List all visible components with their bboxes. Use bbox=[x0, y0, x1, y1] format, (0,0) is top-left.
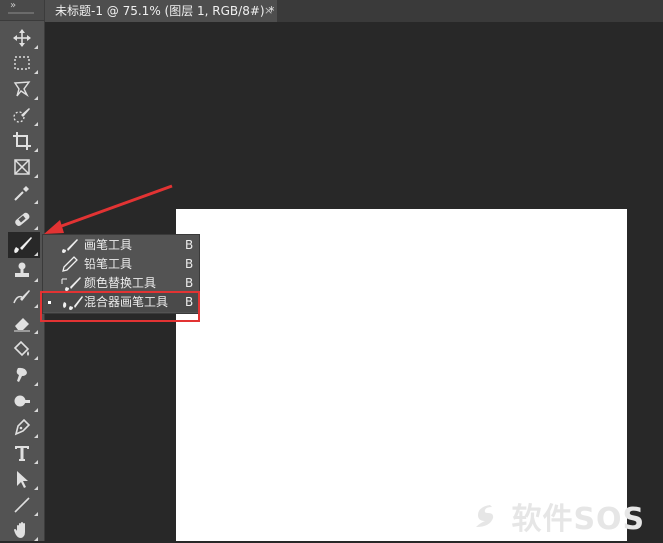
crop-icon bbox=[13, 132, 31, 150]
history-brush-tool[interactable] bbox=[8, 284, 40, 310]
flyout-item-label: 铅笔工具 bbox=[84, 257, 133, 271]
document-tab-title: 未标题-1 @ 75.1% (图层 1, RGB/8#) * bbox=[55, 4, 275, 18]
marquee-icon bbox=[14, 56, 30, 70]
color-replacement-icon bbox=[61, 277, 81, 291]
pen-icon bbox=[14, 418, 31, 436]
move-tool[interactable] bbox=[8, 25, 40, 51]
watermark-logo-icon bbox=[476, 505, 494, 527]
paint-bucket-tool[interactable] bbox=[8, 336, 40, 362]
brush-icon bbox=[14, 237, 32, 253]
tools-panel: » bbox=[0, 0, 45, 541]
clone-stamp-tool[interactable] bbox=[8, 258, 40, 284]
healing-brush-icon bbox=[15, 212, 30, 226]
smudge-icon bbox=[16, 367, 27, 382]
annotation-highlight-box bbox=[40, 291, 200, 322]
eraser-icon bbox=[14, 318, 30, 332]
crop-tool[interactable] bbox=[8, 128, 40, 154]
flyout-item-shortcut: B bbox=[185, 238, 194, 252]
healing-brush-tool[interactable] bbox=[8, 206, 40, 232]
path-selection-tool[interactable] bbox=[8, 466, 40, 492]
close-icon[interactable]: × bbox=[264, 0, 273, 22]
panel-grip[interactable]: » bbox=[0, 0, 44, 21]
flyout-item-brush[interactable]: 画笔工具 B bbox=[43, 236, 199, 255]
quick-selection-icon bbox=[13, 108, 30, 123]
eyedropper-icon bbox=[14, 186, 29, 201]
document-tab-bar: 未标题-1 @ 75.1% (图层 1, RGB/8#) * × bbox=[45, 0, 663, 22]
line-tool[interactable] bbox=[8, 492, 40, 518]
watermark-text: 软件SOS bbox=[511, 502, 646, 537]
frame-tool[interactable] bbox=[8, 154, 40, 180]
pencil-icon bbox=[62, 256, 78, 272]
type-icon bbox=[15, 446, 29, 461]
collapse-icon[interactable]: » bbox=[10, 0, 16, 12]
eyedropper-tool[interactable] bbox=[8, 180, 40, 206]
dodge-tool[interactable] bbox=[8, 388, 40, 414]
frame-icon bbox=[14, 159, 30, 175]
watermark: 软件SOS bbox=[470, 494, 645, 538]
eraser-tool[interactable] bbox=[8, 310, 40, 336]
document-canvas[interactable] bbox=[176, 209, 627, 541]
flyout-item-shortcut: B bbox=[185, 257, 194, 271]
type-tool[interactable] bbox=[8, 440, 40, 466]
grip-bar bbox=[8, 12, 34, 14]
move-icon bbox=[13, 29, 31, 47]
history-brush-icon bbox=[13, 290, 30, 304]
smudge-tool[interactable] bbox=[8, 362, 40, 388]
hand-icon bbox=[14, 522, 25, 538]
flyout-item-pencil[interactable]: 铅笔工具 B bbox=[43, 255, 199, 274]
brush-tool[interactable] bbox=[8, 232, 40, 258]
hand-tool[interactable] bbox=[8, 517, 40, 543]
path-selection-icon bbox=[17, 471, 28, 488]
pen-tool[interactable] bbox=[8, 414, 40, 440]
paint-bucket-icon bbox=[13, 340, 30, 357]
lasso-icon bbox=[13, 81, 31, 98]
marquee-tool[interactable] bbox=[8, 50, 40, 76]
flyout-item-label: 画笔工具 bbox=[84, 238, 133, 252]
clone-stamp-icon bbox=[15, 262, 29, 277]
lasso-tool[interactable] bbox=[8, 76, 40, 102]
document-tab[interactable]: 未标题-1 @ 75.1% (图层 1, RGB/8#) * × bbox=[45, 0, 277, 22]
dodge-icon bbox=[14, 395, 30, 407]
quick-selection-tool[interactable] bbox=[8, 102, 40, 128]
brush-icon bbox=[62, 239, 78, 253]
line-icon bbox=[14, 497, 30, 513]
